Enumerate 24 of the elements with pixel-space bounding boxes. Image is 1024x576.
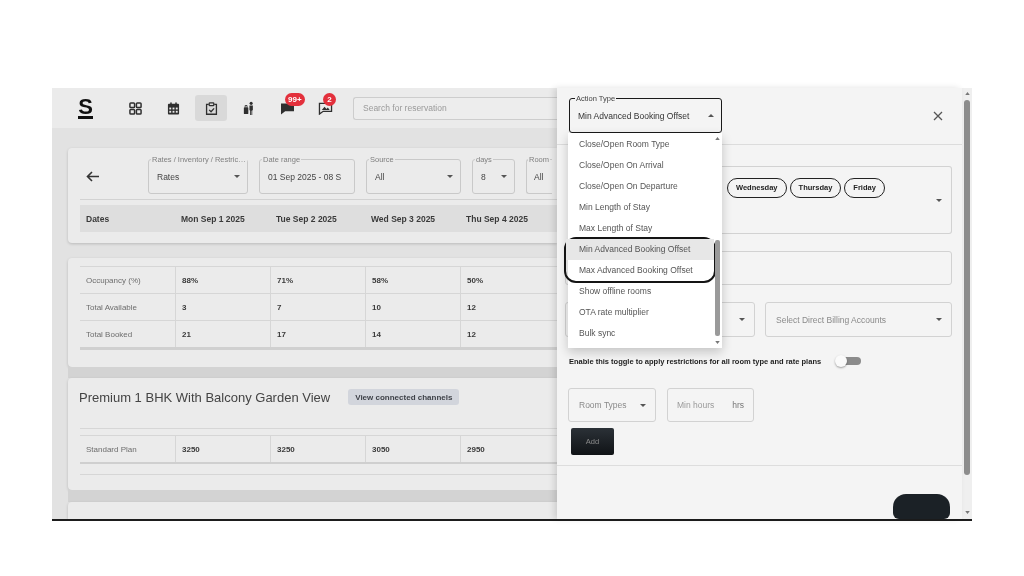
table-cell: 3 — [175, 294, 270, 320]
notification-badge: 2 — [323, 93, 336, 106]
table-cell: 14 — [365, 321, 460, 347]
table-cell: 3250 — [175, 436, 270, 462]
column-header: Dates — [85, 213, 111, 224]
table-cell: 71% — [270, 267, 365, 293]
notification-badge: 99+ — [285, 93, 305, 106]
column-header: Wed Sep 3 2025 — [370, 213, 437, 224]
table-cell: 88% — [175, 267, 270, 293]
table-cell: 17 — [270, 321, 365, 347]
table-cell: 7 — [270, 294, 365, 320]
room-title: Premium 1 BHK With Balcony Garden View — [79, 389, 331, 405]
column-header: Thu Sep 4 2025 — [465, 213, 529, 224]
table-cell: 58% — [365, 267, 460, 293]
table-cell: 10 — [365, 294, 460, 320]
row-label: Standard Plan — [85, 443, 138, 456]
table-cell: 21 — [175, 321, 270, 347]
row-label: Occupancy (%) — [85, 274, 142, 287]
row-label: Total Available — [85, 301, 138, 314]
table-cell: 3250 — [270, 436, 365, 462]
row-label: Total Booked — [85, 328, 134, 341]
column-header: Mon Sep 1 2025 — [180, 213, 246, 224]
table-cell: 3050 — [365, 436, 460, 462]
column-header: Tue Sep 2 2025 — [275, 213, 338, 224]
